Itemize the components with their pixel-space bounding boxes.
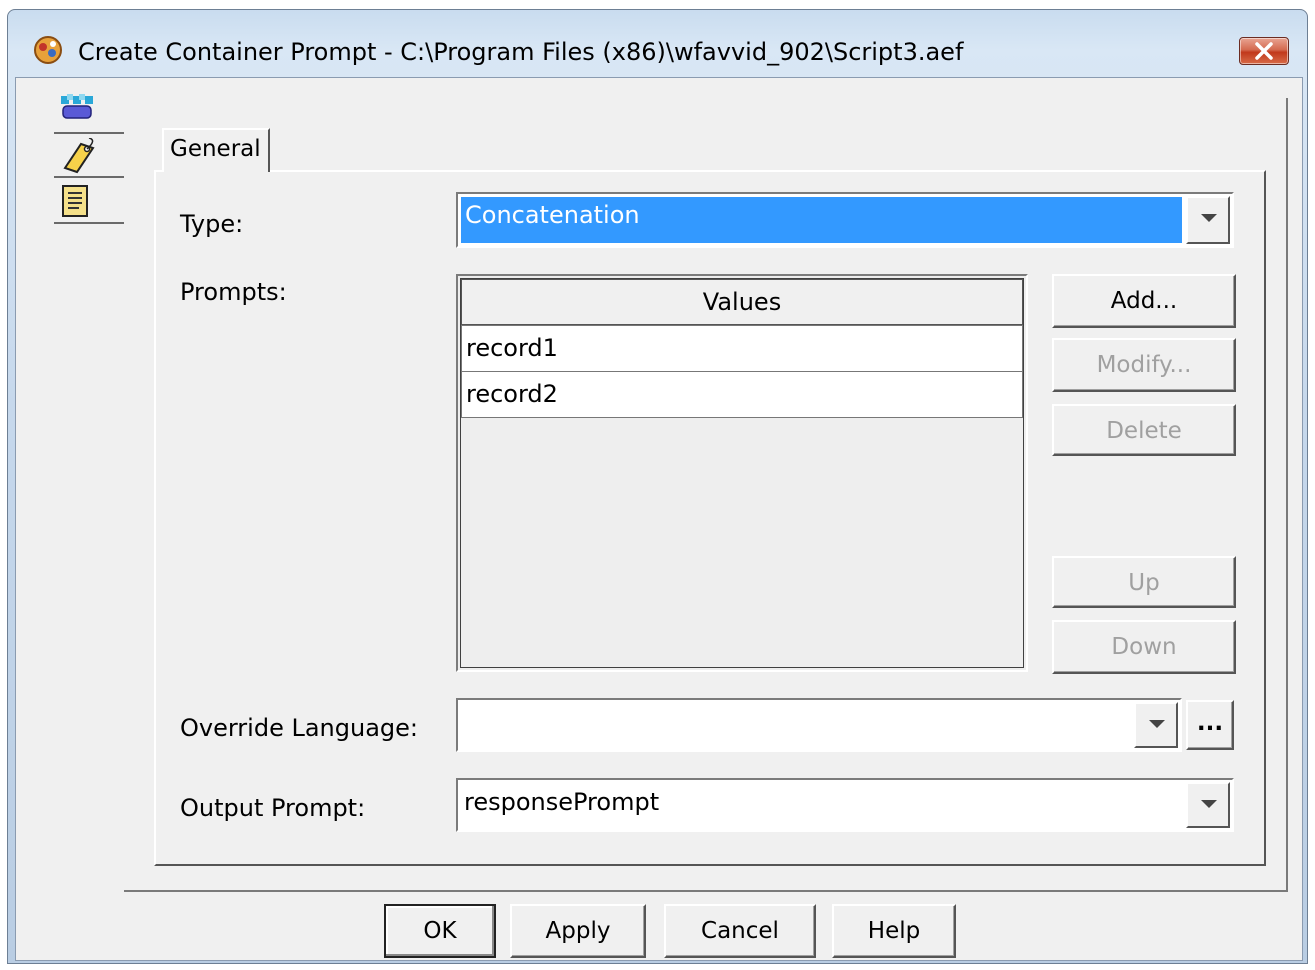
type-label: Type: [180, 210, 244, 238]
rail-item-tag[interactable] [16, 132, 124, 178]
output-prompt-dropdown-button[interactable] [1186, 782, 1230, 828]
output-prompt-label: Output Prompt: [180, 794, 366, 822]
window-title: Create Container Prompt - C:\Program Fil… [78, 38, 964, 66]
general-icon [61, 94, 93, 119]
down-button[interactable]: Down [1052, 620, 1236, 674]
app-icon [34, 36, 62, 64]
values-column-header[interactable]: Values [461, 279, 1023, 325]
rail-divider [54, 132, 124, 134]
override-language-browse-button[interactable]: ... [1186, 700, 1234, 750]
modify-button[interactable]: Modify... [1052, 338, 1236, 392]
close-button[interactable] [1239, 37, 1289, 65]
type-dropdown-button[interactable] [1186, 196, 1230, 244]
dialog-window: Create Container Prompt - C:\Program Fil… [7, 9, 1308, 964]
apply-button[interactable]: Apply [510, 904, 646, 958]
rail-item-general[interactable] [16, 86, 124, 132]
type-selected-value: Concatenation [461, 197, 1182, 243]
chevron-down-icon [1201, 800, 1217, 808]
tag-icon [63, 138, 95, 174]
output-prompt-value: responsePrompt [464, 788, 660, 816]
list-item[interactable]: record2 [461, 371, 1023, 418]
override-language-dropdown[interactable] [456, 698, 1182, 752]
chevron-down-icon [1201, 214, 1217, 222]
tab-general[interactable]: General [162, 128, 270, 172]
up-button[interactable]: Up [1052, 556, 1236, 608]
type-dropdown[interactable]: Concatenation [456, 192, 1234, 248]
icon-rail [16, 78, 124, 278]
ok-button[interactable]: OK [384, 904, 496, 958]
output-prompt-dropdown[interactable]: responsePrompt [456, 778, 1234, 832]
delete-button[interactable]: Delete [1052, 404, 1236, 456]
add-button[interactable]: Add... [1052, 274, 1236, 328]
title-bar[interactable]: Create Container Prompt - C:\Program Fil… [8, 10, 1307, 86]
document-icon [62, 185, 88, 217]
prompts-list[interactable]: Values record1 record2 [456, 274, 1028, 672]
override-language-dropdown-button[interactable] [1134, 702, 1178, 748]
dialog-client: General Type: Concatenation Prompts: Val… [15, 77, 1303, 961]
chevron-down-icon [1149, 720, 1165, 728]
rail-item-document[interactable] [16, 178, 124, 224]
help-button[interactable]: Help [832, 904, 956, 958]
rail-divider [54, 222, 124, 224]
cancel-button[interactable]: Cancel [664, 904, 816, 958]
prompts-label: Prompts: [180, 278, 287, 306]
list-item[interactable]: record1 [461, 325, 1023, 372]
override-language-label: Override Language: [180, 714, 418, 742]
tab-general-label: General [170, 136, 261, 162]
close-icon [1255, 42, 1273, 60]
